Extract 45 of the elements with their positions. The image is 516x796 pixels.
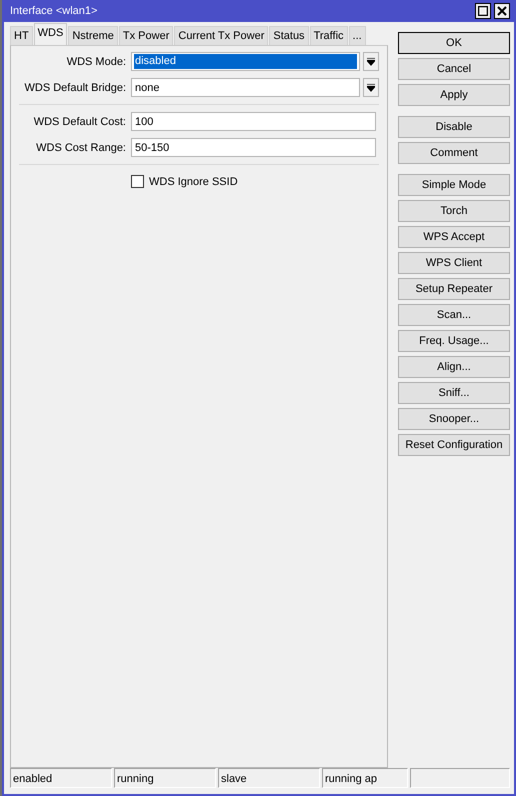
tab[interactable]: Nstreme	[68, 26, 118, 45]
action-button[interactable]: Reset Configuration	[398, 434, 510, 456]
dropdown-arrow-icon	[367, 58, 375, 66]
tab[interactable]: Current Tx Power	[174, 26, 268, 45]
dropdown-button[interactable]	[363, 78, 379, 97]
action-button[interactable]: Simple Mode	[398, 174, 510, 196]
dropdown-arrow-icon	[367, 84, 375, 92]
action-button[interactable]: Snooper...	[398, 408, 510, 430]
action-button[interactable]: Comment	[398, 142, 510, 164]
action-button[interactable]: Apply	[398, 84, 510, 106]
tab[interactable]: Status	[269, 26, 309, 45]
field-label: WDS Cost Range:	[36, 142, 126, 154]
action-button[interactable]: WPS Accept	[398, 226, 510, 248]
input-field[interactable]: 50-150	[131, 138, 376, 157]
status-cell: enabled	[10, 768, 112, 788]
field-label: WDS Mode:	[66, 56, 126, 68]
action-button[interactable]: Sniff...	[398, 382, 510, 404]
checkbox-label: WDS Ignore SSID	[149, 176, 238, 188]
tab[interactable]: HT	[10, 26, 33, 45]
action-button[interactable]: Cancel	[398, 58, 510, 80]
tab[interactable]: Tx Power	[118, 26, 174, 45]
action-button[interactable]: Setup Repeater	[398, 278, 510, 300]
close-button[interactable]	[494, 3, 510, 19]
action-button[interactable]: WPS Client	[398, 252, 510, 274]
window-title: Interface <wlan1>	[10, 5, 98, 17]
action-button[interactable]: Scan...	[398, 304, 510, 326]
status-cell: running ap	[322, 768, 408, 788]
checkbox[interactable]	[131, 175, 144, 188]
input-field[interactable]: 100	[131, 112, 376, 131]
status-cell: slave	[218, 768, 320, 788]
action-button[interactable]: Disable	[398, 116, 510, 138]
tab[interactable]: ...	[348, 26, 366, 45]
action-button[interactable]: OK	[398, 32, 510, 54]
tab[interactable]: Traffic	[310, 26, 348, 45]
status-cell: running	[114, 768, 216, 788]
action-button[interactable]: Align...	[398, 356, 510, 378]
dropdown-field[interactable]: disabled	[131, 52, 360, 71]
field-label: WDS Default Bridge:	[24, 82, 126, 94]
action-button[interactable]: Freq. Usage...	[398, 330, 510, 352]
action-button[interactable]: Torch	[398, 200, 510, 222]
tab[interactable]: WDS	[34, 23, 68, 45]
maximize-button[interactable]	[475, 3, 491, 19]
dropdown-button[interactable]	[363, 52, 379, 71]
field-label: WDS Default Cost:	[34, 116, 126, 128]
dropdown-field[interactable]: none	[131, 78, 360, 97]
